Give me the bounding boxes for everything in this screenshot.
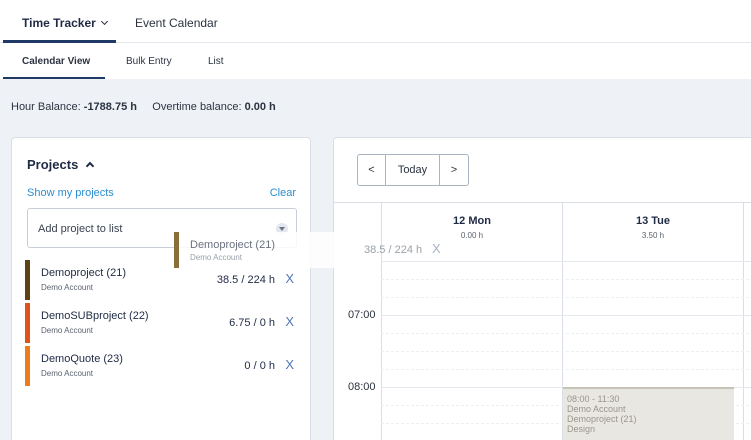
sub-nav: Calendar View Bulk Entry List: [0, 43, 751, 79]
tab-bulk-entry[interactable]: Bulk Entry: [126, 43, 172, 79]
project-color-bar: [25, 260, 30, 300]
drag-ghost[interactable]: Demoproject (21) Demo Account: [174, 232, 336, 268]
grid-line: [381, 351, 751, 352]
calendar-nav-buttons: < Today >: [357, 154, 469, 186]
time-label: 08:00: [348, 381, 376, 393]
tab-time-tracker[interactable]: Time Tracker: [3, 0, 116, 43]
project-name: DemoQuote (23): [41, 353, 123, 365]
projects-panel: Projects Show my projects Clear Add proj…: [11, 137, 311, 440]
project-name: Demoproject (21): [41, 267, 126, 279]
calendar-panel: < Today > 12 Mon 0.00 h 13 Tue 3.50 h 07…: [333, 137, 751, 440]
project-color-bar: [25, 303, 30, 343]
drag-ghost-name: Demoproject (21): [190, 239, 275, 251]
calendar-grid[interactable]: 12 Mon 0.00 h 13 Tue 3.50 h 07:00 08:00 …: [334, 202, 751, 440]
grid-line: [381, 279, 751, 280]
day-header: 13 Tue 3.50 h: [563, 215, 743, 240]
show-my-projects-link[interactable]: Show my projects: [27, 187, 114, 199]
prev-week-button[interactable]: <: [358, 155, 386, 185]
balance-bar: Hour Balance: -1788.75 h Overtime balanc…: [11, 101, 276, 113]
project-row[interactable]: DemoQuote (23) Demo Account 0 / 0 h X: [25, 346, 297, 386]
hour-balance-label: Hour Balance:: [11, 101, 81, 113]
tab-event-calendar-label: Event Calendar: [135, 16, 218, 30]
overtime-balance-label: Overtime balance:: [152, 101, 242, 113]
day-header: 12 Mon 0.00 h: [382, 215, 562, 240]
remove-project-button[interactable]: X: [285, 314, 294, 329]
project-hours: 38.5 / 224 h: [216, 274, 275, 286]
clear-link[interactable]: Clear: [270, 187, 296, 199]
chevron-up-icon: [86, 161, 95, 171]
grid-line: [381, 333, 751, 334]
day-hours: 3.50 h: [641, 231, 665, 240]
grid-line: [381, 315, 751, 316]
remove-project-button[interactable]: X: [285, 357, 294, 372]
hour-balance-value: -1788.75 h: [83, 101, 137, 113]
day-label: 12 Mon: [453, 215, 491, 227]
projects-header[interactable]: Projects: [27, 157, 95, 172]
tab-calendar-view-label: Calendar View: [22, 56, 91, 67]
day-hours: 0.00 h: [460, 231, 484, 240]
project-account: Demo Account: [41, 283, 94, 292]
event-time: 08:00 - 11:30: [567, 394, 620, 404]
tab-list-label: List: [208, 56, 224, 67]
today-button[interactable]: Today: [386, 155, 440, 185]
project-account: Demo Account: [41, 326, 94, 335]
tab-time-tracker-label: Time Tracker: [22, 16, 96, 30]
project-hours: 0 / 0 h: [244, 360, 275, 372]
project-row[interactable]: DemoSUBproject (22) Demo Account 6.75 / …: [25, 303, 297, 343]
projects-title: Projects: [27, 157, 79, 172]
chevron-down-icon: [100, 17, 108, 26]
remove-project-button[interactable]: X: [285, 271, 294, 286]
add-project-placeholder: Add project to list: [38, 223, 123, 235]
project-name: DemoSUBproject (22): [41, 310, 149, 322]
grid-line: [381, 297, 751, 298]
tab-event-calendar[interactable]: Event Calendar: [135, 0, 218, 43]
tab-bulk-entry-label: Bulk Entry: [126, 56, 172, 67]
event-account: Demo Account: [567, 404, 626, 414]
top-nav: Time Tracker Event Calendar: [0, 0, 751, 43]
tab-calendar-view[interactable]: Calendar View: [3, 43, 105, 79]
drag-ghost-account: Demo Account: [190, 253, 243, 262]
project-color-bar: [174, 232, 179, 268]
project-account: Demo Account: [41, 369, 94, 378]
drag-ghost-remove: X: [432, 241, 441, 256]
event-project: Demoproject (21): [567, 414, 637, 424]
event-type: Design: [567, 424, 596, 434]
project-color-bar: [25, 346, 30, 386]
day-label: 13 Tue: [635, 215, 671, 227]
drag-ghost-hours: 38.5 / 224 h: [364, 244, 423, 256]
calendar-event[interactable]: 08:00 - 11:30 Demo Account Demoproject (…: [563, 387, 734, 440]
tab-list[interactable]: List: [208, 43, 224, 79]
grid-line: [381, 261, 751, 262]
project-hours: 6.75 / 0 h: [229, 317, 275, 329]
grid-line: [381, 369, 751, 370]
next-week-button[interactable]: >: [440, 155, 468, 185]
time-label: 07:00: [348, 309, 376, 321]
overtime-balance-value: 0.00 h: [244, 101, 276, 113]
